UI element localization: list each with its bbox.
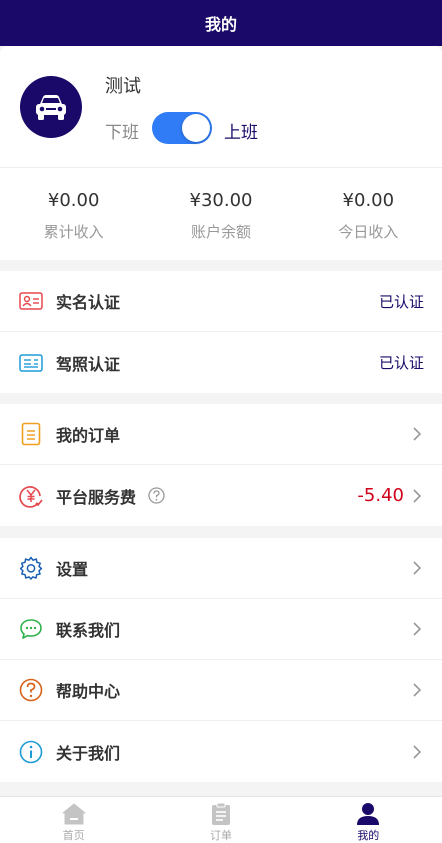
stat-today-income[interactable]: ¥0.00 今日收入 bbox=[295, 168, 442, 260]
chevron-right-icon bbox=[410, 488, 424, 503]
orders-section: 我的订单 平台服务费 -5.40 bbox=[0, 404, 442, 526]
stat-value: ¥30.00 bbox=[189, 190, 253, 211]
row-help-center[interactable]: 帮助中心 bbox=[0, 660, 442, 721]
document-icon bbox=[18, 421, 44, 447]
stat-balance[interactable]: ¥30.00 账户余额 bbox=[147, 168, 294, 260]
stat-total-income[interactable]: ¥0.00 累计收入 bbox=[0, 168, 147, 260]
toggle-knob bbox=[182, 114, 210, 142]
service-fee-value: -5.40 bbox=[357, 485, 404, 506]
tab-label: 订单 bbox=[209, 829, 232, 842]
row-settings[interactable]: 设置 bbox=[0, 538, 442, 599]
row-about-us[interactable]: 关于我们 bbox=[0, 721, 442, 782]
verification-section: 实名认证 已认证 驾照认证 已认证 bbox=[0, 271, 442, 393]
status-badge: 已认证 bbox=[378, 292, 424, 311]
avatar[interactable] bbox=[20, 76, 82, 138]
row-label: 平台服务费 bbox=[56, 487, 137, 507]
row-label: 帮助中心 bbox=[56, 682, 121, 701]
clipboard-icon bbox=[208, 801, 234, 826]
row-label: 设置 bbox=[56, 560, 89, 579]
tab-label: 首页 bbox=[62, 829, 85, 842]
stat-label: 账户余额 bbox=[190, 223, 251, 241]
chevron-right-icon bbox=[410, 561, 424, 575]
row-label: 实名认证 bbox=[56, 293, 121, 312]
on-duty-label: 上班 bbox=[224, 123, 258, 143]
top-bar: 我的 bbox=[0, 0, 442, 46]
page-title: 我的 bbox=[204, 15, 237, 34]
stat-value: ¥0.00 bbox=[47, 190, 100, 211]
stat-label: 累计收入 bbox=[43, 223, 104, 241]
bottom-tab-bar: 首页 订单 我的 bbox=[0, 796, 442, 843]
tab-home[interactable]: 首页 bbox=[0, 797, 147, 843]
driver-license-icon bbox=[18, 350, 44, 376]
row-label: 关于我们 bbox=[56, 743, 121, 763]
home-icon bbox=[61, 801, 87, 826]
chevron-right-icon bbox=[410, 622, 424, 636]
menu-section: 设置 联系我们 帮助中心 关于我们 bbox=[0, 538, 442, 782]
tab-label: 我的 bbox=[357, 829, 380, 842]
profile-card: 测试 下班 上班 ¥0.00 累计收入 ¥30.00 账户余额 ¥0.00 今日… bbox=[0, 46, 442, 260]
stat-label: 今日收入 bbox=[338, 223, 399, 241]
row-service-fee[interactable]: 平台服务费 -5.40 bbox=[0, 465, 442, 526]
yen-coin-icon bbox=[18, 483, 44, 509]
help-circle-icon[interactable] bbox=[148, 487, 166, 505]
gear-icon bbox=[18, 555, 44, 581]
chevron-right-icon bbox=[410, 744, 424, 759]
user-icon bbox=[355, 801, 381, 826]
chevron-right-icon bbox=[410, 683, 424, 697]
row-contact-us[interactable]: 联系我们 bbox=[0, 599, 442, 660]
row-label: 我的订单 bbox=[56, 426, 121, 445]
off-duty-label: 下班 bbox=[105, 123, 139, 143]
duty-toggle[interactable] bbox=[152, 112, 212, 144]
tab-mine[interactable]: 我的 bbox=[295, 797, 442, 843]
row-my-orders[interactable]: 我的订单 bbox=[0, 404, 442, 465]
stat-value: ¥0.00 bbox=[342, 190, 395, 211]
chat-icon bbox=[18, 616, 44, 642]
tab-orders[interactable]: 订单 bbox=[147, 797, 294, 843]
chevron-right-icon bbox=[410, 427, 424, 441]
id-card-icon bbox=[18, 288, 44, 314]
row-label: 联系我们 bbox=[56, 621, 121, 640]
stats-row: ¥0.00 累计收入 ¥30.00 账户余额 ¥0.00 今日收入 bbox=[0, 167, 442, 260]
info-icon bbox=[18, 739, 44, 765]
row-real-name[interactable]: 实名认证 已认证 bbox=[0, 271, 442, 332]
user-name: 测试 bbox=[105, 76, 141, 97]
status-badge: 已认证 bbox=[378, 354, 424, 372]
car-icon bbox=[36, 95, 66, 120]
question-icon bbox=[18, 677, 44, 703]
row-label: 驾照认证 bbox=[56, 354, 121, 374]
row-driver-license[interactable]: 驾照认证 已认证 bbox=[0, 332, 442, 393]
